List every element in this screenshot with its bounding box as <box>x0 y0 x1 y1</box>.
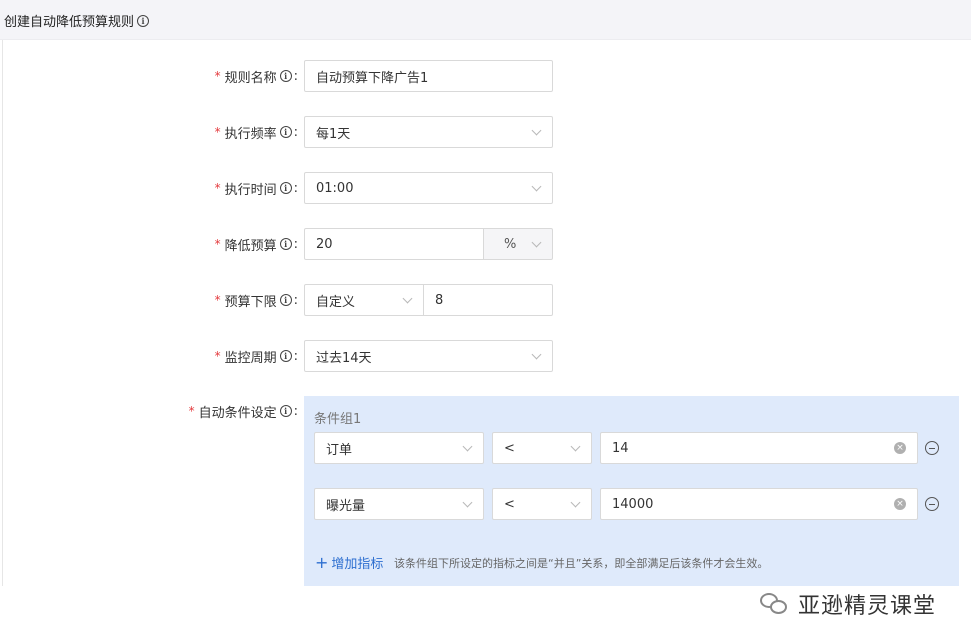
watermark: 亚逊精灵课堂 <box>760 588 936 620</box>
chevron-down-icon <box>462 497 473 508</box>
rule-name-label: * 规则名称 i: <box>214 68 298 86</box>
condition-operator-select[interactable]: < <box>492 488 592 520</box>
budget-floor-input[interactable]: 8 <box>423 284 553 316</box>
condition-group-panel: 条件组1 订单 < 14 × 曝光量 < 14000 × + 增加指标 该条件组… <box>304 396 959 586</box>
page-header: 创建自动降低预算规则 i <box>0 0 971 40</box>
required-mark: * <box>214 125 221 139</box>
remove-condition-icon[interactable] <box>925 441 939 455</box>
condition-group-label: 条件组1 <box>314 412 362 427</box>
unit-select[interactable]: % <box>483 228 553 260</box>
condition-metric-value: 订单 <box>326 442 353 458</box>
info-icon[interactable]: i <box>279 238 292 250</box>
reduce-budget-label-text: 降低预算 <box>224 238 277 254</box>
chevron-down-icon <box>531 125 542 136</box>
budget-floor-label-text: 预算下限 <box>224 294 277 310</box>
remove-condition-icon[interactable] <box>925 497 939 511</box>
exec-time-value: 01:00 <box>316 180 354 196</box>
budget-floor-mode-select[interactable]: 自定义 <box>304 284 424 316</box>
budget-floor-label: * 预算下限 i: <box>214 292 298 310</box>
clear-icon[interactable]: × <box>894 442 906 454</box>
page-title-text: 创建自动降低预算规则 <box>4 15 135 30</box>
exec-time-label-text: 执行时间 <box>224 182 277 198</box>
condition-value-text: 14000 <box>612 496 654 512</box>
required-mark: * <box>214 181 221 195</box>
info-icon[interactable]: i <box>279 182 292 194</box>
auto-condition-label-text: 自动条件设定 <box>198 405 277 421</box>
required-mark: * <box>214 69 221 83</box>
frequency-select[interactable]: 每1天 <box>304 116 553 148</box>
plus-icon: + <box>315 552 329 572</box>
budget-floor-value: 8 <box>435 292 444 308</box>
condition-metric-value: 曝光量 <box>326 498 366 514</box>
chevron-down-icon <box>570 441 581 452</box>
info-icon[interactable]: i <box>279 126 292 138</box>
chevron-down-icon <box>462 441 473 452</box>
chevron-down-icon <box>570 497 581 508</box>
condition-value-input[interactable]: 14000 × <box>600 488 918 520</box>
required-mark: * <box>214 293 221 307</box>
info-icon[interactable]: i <box>279 405 292 417</box>
condition-operator-select[interactable]: < <box>492 432 592 464</box>
monitor-period-value: 过去14天 <box>316 350 372 366</box>
chevron-down-icon <box>531 349 542 360</box>
rule-name-input[interactable]: 自动预算下降广告1 <box>304 60 553 92</box>
unit-value: % <box>504 236 517 252</box>
condition-value-text: 14 <box>612 440 629 456</box>
clear-icon[interactable]: × <box>894 498 906 510</box>
reduce-budget-label: * 降低预算 i: <box>214 236 298 254</box>
required-mark: * <box>214 349 221 363</box>
info-icon[interactable]: i <box>279 70 292 82</box>
wechat-icon <box>760 591 790 617</box>
auto-condition-label: * 自动条件设定 i: <box>188 403 298 421</box>
condition-hint: 该条件组下所设定的指标之间是“并且”关系，即全部满足后该条件才会生效。 <box>394 557 769 570</box>
monitor-period-label: * 监控周期 i: <box>214 348 298 366</box>
info-icon[interactable]: i <box>279 294 292 306</box>
frequency-label-text: 执行频率 <box>224 126 277 142</box>
condition-operator-value: < <box>504 440 515 456</box>
condition-value-input[interactable]: 14 × <box>600 432 918 464</box>
content-border <box>2 40 3 586</box>
watermark-text: 亚逊精灵课堂 <box>798 594 937 619</box>
page-title: 创建自动降低预算规则 i <box>4 11 150 30</box>
chevron-down-icon <box>531 181 542 192</box>
frequency-value: 每1天 <box>316 126 351 142</box>
required-mark: * <box>188 404 195 418</box>
monitor-period-label-text: 监控周期 <box>224 350 277 366</box>
required-mark: * <box>214 237 221 251</box>
frequency-label: * 执行频率 i: <box>214 124 298 142</box>
rule-name-value: 自动预算下降广告1 <box>316 70 429 86</box>
exec-time-label: * 执行时间 i: <box>214 180 298 198</box>
rule-name-label-text: 规则名称 <box>224 70 277 86</box>
info-icon[interactable]: i <box>137 14 150 27</box>
condition-operator-value: < <box>504 496 515 512</box>
chevron-down-icon <box>402 293 413 304</box>
condition-metric-select[interactable]: 订单 <box>314 432 484 464</box>
budget-floor-mode-value: 自定义 <box>316 294 356 310</box>
reduce-budget-value: 20 <box>316 236 333 252</box>
info-icon[interactable]: i <box>279 350 292 362</box>
reduce-budget-input[interactable]: 20 <box>304 228 484 260</box>
condition-metric-select[interactable]: 曝光量 <box>314 488 484 520</box>
chevron-down-icon <box>531 237 542 248</box>
add-metric-link[interactable]: + 增加指标 <box>315 553 383 572</box>
monitor-period-select[interactable]: 过去14天 <box>304 340 553 372</box>
exec-time-select[interactable]: 01:00 <box>304 172 553 204</box>
add-metric-label: 增加指标 <box>331 557 384 572</box>
